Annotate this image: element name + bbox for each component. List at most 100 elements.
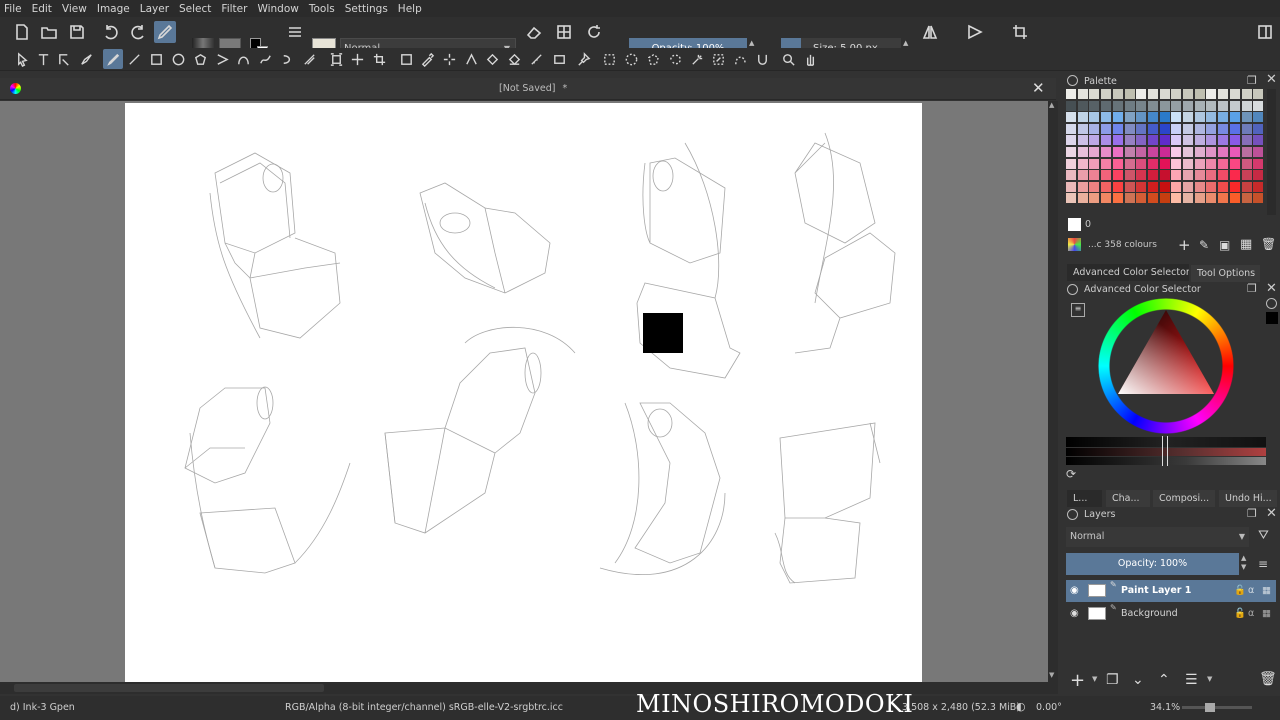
palette-swatch[interactable] [1253,100,1264,111]
menu-image[interactable]: Image [97,3,130,15]
open-document-icon[interactable] [38,21,60,43]
palette-swatch[interactable] [1218,123,1229,134]
freehand-path-tool-icon[interactable] [255,49,275,69]
no-color-icon[interactable] [1266,298,1277,309]
palette-swatch[interactable] [1077,135,1088,146]
tab-channels[interactable]: Cha... [1106,490,1150,507]
palette-swatch[interactable] [1101,123,1112,134]
palette-swatch[interactable] [1253,181,1264,192]
palette-swatch[interactable] [1253,158,1264,169]
color-selector-settings-icon[interactable]: ≡ [1071,303,1085,317]
close-layers-docker-icon[interactable]: ✕ [1266,506,1277,521]
rotation-icon[interactable]: ◐ [1016,700,1026,713]
palette-swatch[interactable] [1171,170,1182,181]
palette-swatch[interactable] [1089,147,1100,157]
palette-swatch[interactable] [1253,112,1264,123]
palette-swatch[interactable] [1066,147,1076,157]
lock-layers-docker-icon[interactable] [1067,509,1078,520]
palette-swatch[interactable] [1066,158,1076,169]
palette-swatch[interactable] [1171,100,1182,111]
ellipse-select-tool-icon[interactable] [621,49,641,69]
menu-window[interactable]: Window [257,3,298,15]
vertical-scrollbar[interactable]: ▲ ▼ [1048,101,1058,682]
menu-view[interactable]: View [62,3,87,15]
palette-swatch[interactable] [1206,100,1217,111]
palette-swatch[interactable] [1194,181,1205,192]
tab-compositions[interactable]: Composi... [1153,490,1215,507]
chevron-down-icon[interactable]: ▼ [1092,675,1097,683]
palette-swatch[interactable] [1241,158,1252,169]
polyline-tool-icon[interactable] [212,49,232,69]
palette-swatch[interactable] [1183,181,1193,192]
add-swatch-icon[interactable]: + [1178,236,1191,254]
palette-swatch[interactable] [1101,89,1112,99]
palette-swatch[interactable] [1194,170,1205,181]
palette-swatch[interactable] [1241,135,1252,146]
move-tool-icon[interactable] [347,49,367,69]
palette-swatch[interactable] [1089,123,1100,134]
palette-swatch[interactable] [1159,158,1170,169]
palette-swatch[interactable] [1206,112,1217,123]
palette-swatch-icon[interactable] [1068,238,1081,251]
slider-handle[interactable] [1162,436,1168,466]
palette-swatch[interactable] [1147,123,1158,134]
palette-swatch[interactable] [1159,181,1170,192]
lock-icon[interactable]: 🔓 [1234,608,1246,619]
palette-swatch[interactable] [1124,123,1135,134]
tab-advanced-color-selector[interactable]: Advanced Color Selector [1067,264,1189,281]
palette-swatch[interactable] [1112,158,1123,169]
move-layer-up-icon[interactable]: ⌃ [1158,672,1170,688]
mirror-vertical-icon[interactable] [964,21,986,43]
palette-swatch[interactable] [1241,193,1252,204]
polygon-select-tool-icon[interactable] [643,49,663,69]
edit-swatch-icon[interactable]: ✎ [1199,238,1209,252]
palette-swatch[interactable] [1112,89,1123,99]
ellipse-tool-icon[interactable] [168,49,188,69]
crop-tool-icon[interactable] [369,49,389,69]
menu-select[interactable]: Select [179,3,211,15]
palette-swatch[interactable] [1147,170,1158,181]
palette-swatch[interactable] [1089,89,1100,99]
inherit-alpha-icon[interactable]: ▦ [1262,608,1271,619]
palette-swatch[interactable] [1241,112,1252,123]
polygon-tool-icon[interactable] [190,49,210,69]
palette-swatch[interactable] [1112,135,1123,146]
chevron-down-icon[interactable]: ▼ [1207,675,1212,683]
edit-shapes-tool-icon[interactable] [54,49,74,69]
palette-swatch[interactable] [1253,170,1264,181]
palette-grid-icon[interactable]: ▦ [1240,237,1252,252]
float-color-docker-icon[interactable]: ❐ [1247,282,1257,295]
undo-icon[interactable] [100,21,122,43]
gradient-tool-icon[interactable] [396,49,416,69]
tab-undo-history[interactable]: Undo Hi... [1219,490,1277,507]
palette-swatch[interactable] [1147,100,1158,111]
fill-tool-icon[interactable] [482,49,502,69]
palette-swatch[interactable] [1159,89,1170,99]
save-icon[interactable] [66,21,88,43]
palette-swatch[interactable] [1206,89,1217,99]
layer-properties-icon[interactable]: ☰ [1185,672,1198,688]
delete-swatch-icon[interactable]: 🗑 [1261,237,1276,251]
palette-swatch[interactable] [1241,89,1252,99]
palette-swatch[interactable] [1206,147,1217,157]
delete-layer-icon[interactable]: 🗑 [1259,671,1277,687]
palette-swatch[interactable] [1147,89,1158,99]
palette-swatch[interactable] [1147,158,1158,169]
palette-swatch[interactable] [1241,100,1252,111]
palette-swatch[interactable] [1171,181,1182,192]
palette-swatch[interactable] [1077,147,1088,157]
palette-swatch[interactable] [1077,89,1088,99]
palette-swatch[interactable] [1077,123,1088,134]
palette-swatch[interactable] [1194,193,1205,204]
palette-swatch[interactable] [1147,193,1158,204]
palette-swatch[interactable] [1136,89,1147,99]
palette-swatch[interactable] [1101,158,1112,169]
palette-swatch[interactable] [1229,158,1240,169]
palette-swatch[interactable] [1171,89,1182,99]
canvas-paper[interactable] [125,103,922,682]
palette-swatch[interactable] [1101,112,1112,123]
line-tool-icon[interactable] [124,49,144,69]
palette-swatch[interactable] [1077,170,1088,181]
pan-tool-icon[interactable] [800,49,820,69]
palette-swatch[interactable] [1147,181,1158,192]
